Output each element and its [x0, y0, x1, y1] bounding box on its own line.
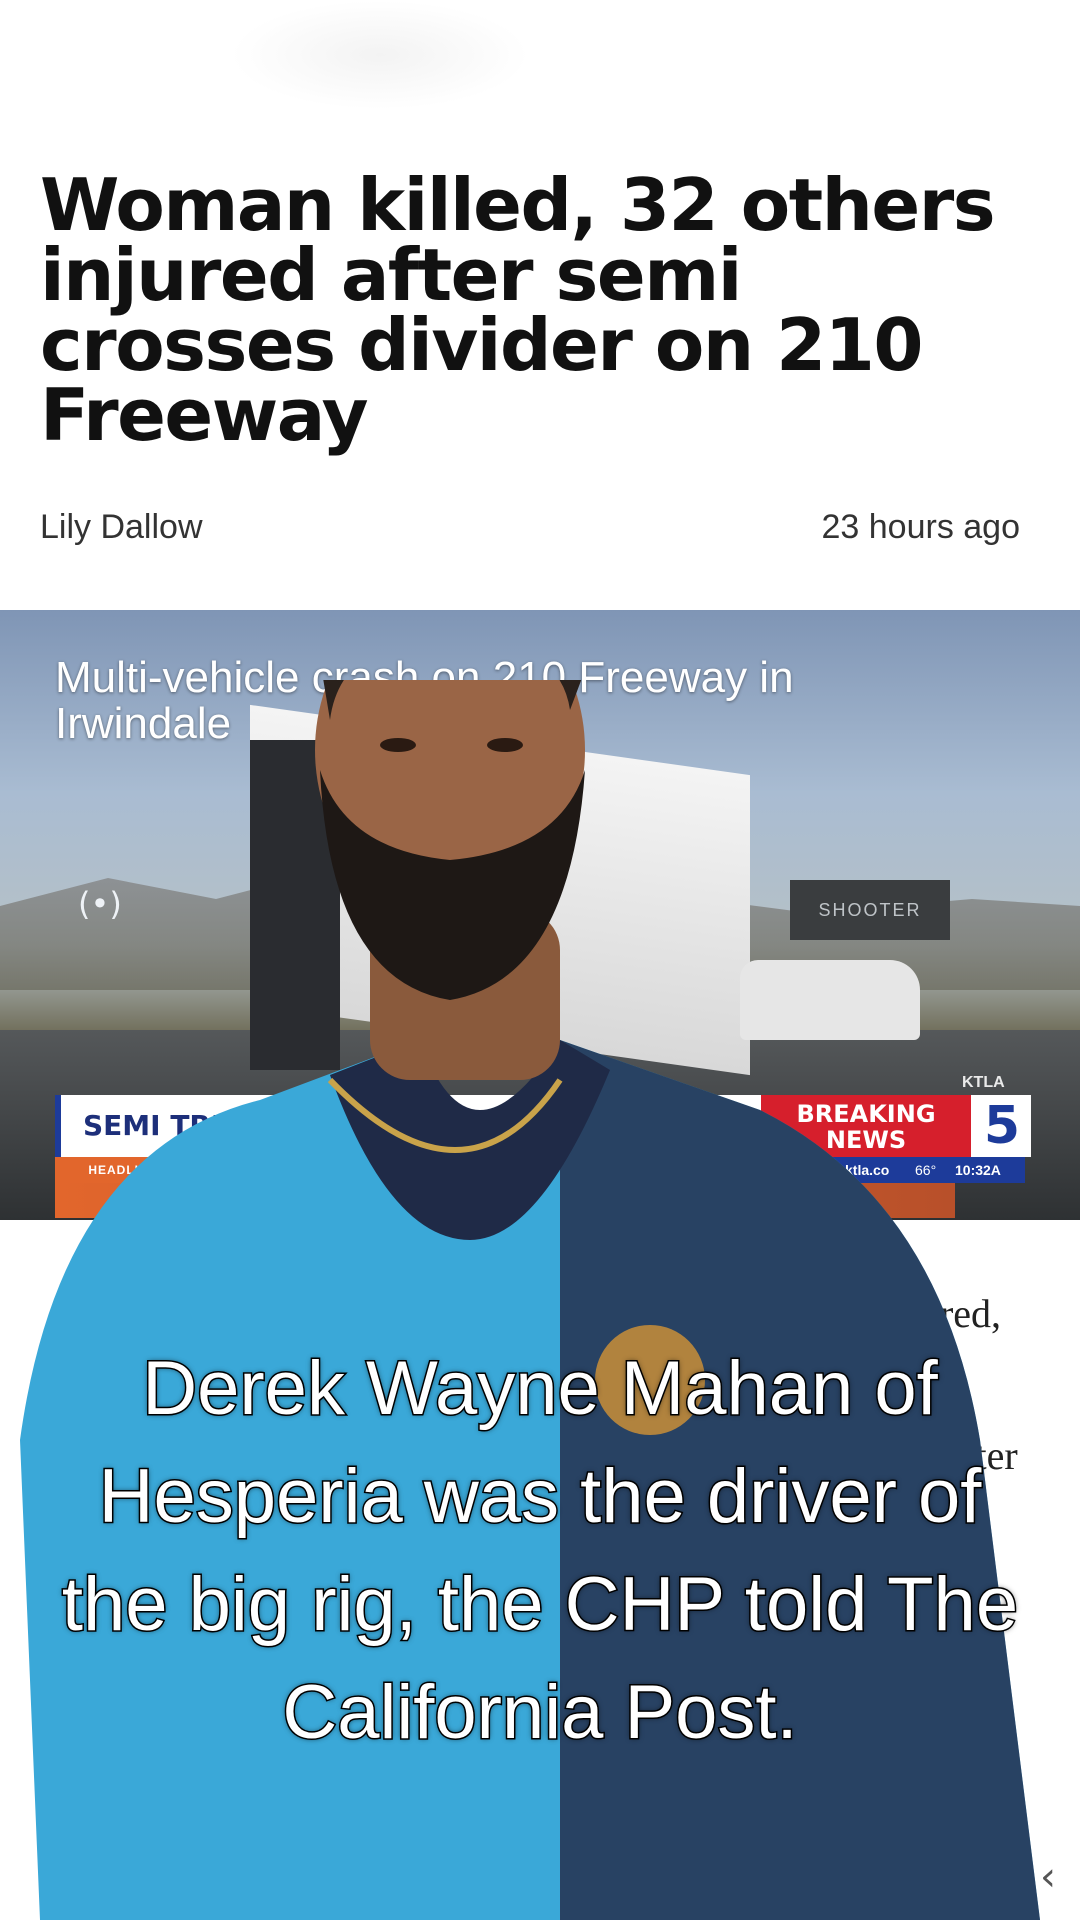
chevron-left-icon[interactable]: ‹: [1040, 1854, 1070, 1900]
video-caption: Multi-vehicle crash on 210 Freeway in Ir…: [55, 653, 794, 748]
ticker-headlines-tag: HEADLINES: [55, 1157, 200, 1183]
breaking-news-badge: BREAKING NEWS: [761, 1095, 971, 1157]
trailer-door: [250, 740, 340, 1070]
white-van: [740, 960, 920, 1040]
ticker-site: ktla.co: [845, 1162, 890, 1178]
lower-third-alert: G ALERT: [591, 1109, 722, 1142]
article-author[interactable]: Lily Dallow: [40, 508, 203, 547]
video-subtitle: Derek Wayne Mahan of Hesperia was the dr…: [60, 1345, 1019, 1757]
live-broadcast-icon: (•): [78, 885, 122, 923]
lower-third-title: SEMI TRUCK AC: [83, 1109, 328, 1142]
article-fragment-aver: Aver: [40, 1831, 117, 1876]
ticker-now: now: [205, 1162, 231, 1178]
top-blur: [230, 0, 530, 110]
article-timestamp: 23 hours ago: [821, 508, 1021, 546]
ticker-story: bank auto theft investigation: [645, 1162, 820, 1178]
billboard: SHOOTER DOCO: [790, 880, 950, 980]
ticker-orange-bar: [55, 1183, 955, 1218]
ktla-label: KTLA: [962, 1074, 1005, 1091]
article-fragment-injured: e injured,: [850, 1291, 1002, 1336]
news-lower-third: SEMI TRUCK AC G ALERT BREAKING NEWS 5: [55, 1095, 1031, 1157]
news-ticker: HEADLINES now bank auto theft investigat…: [55, 1157, 1025, 1183]
ticker-time: 10:32A: [955, 1162, 1001, 1178]
article-fragment-ay-pa: ay Pa: [790, 1831, 878, 1876]
ktla-5-logo: 5: [973, 1095, 1031, 1157]
article-headline: Woman killed, 32 others injured after se…: [40, 163, 996, 457]
ticker-temperature: 66°: [915, 1162, 937, 1178]
